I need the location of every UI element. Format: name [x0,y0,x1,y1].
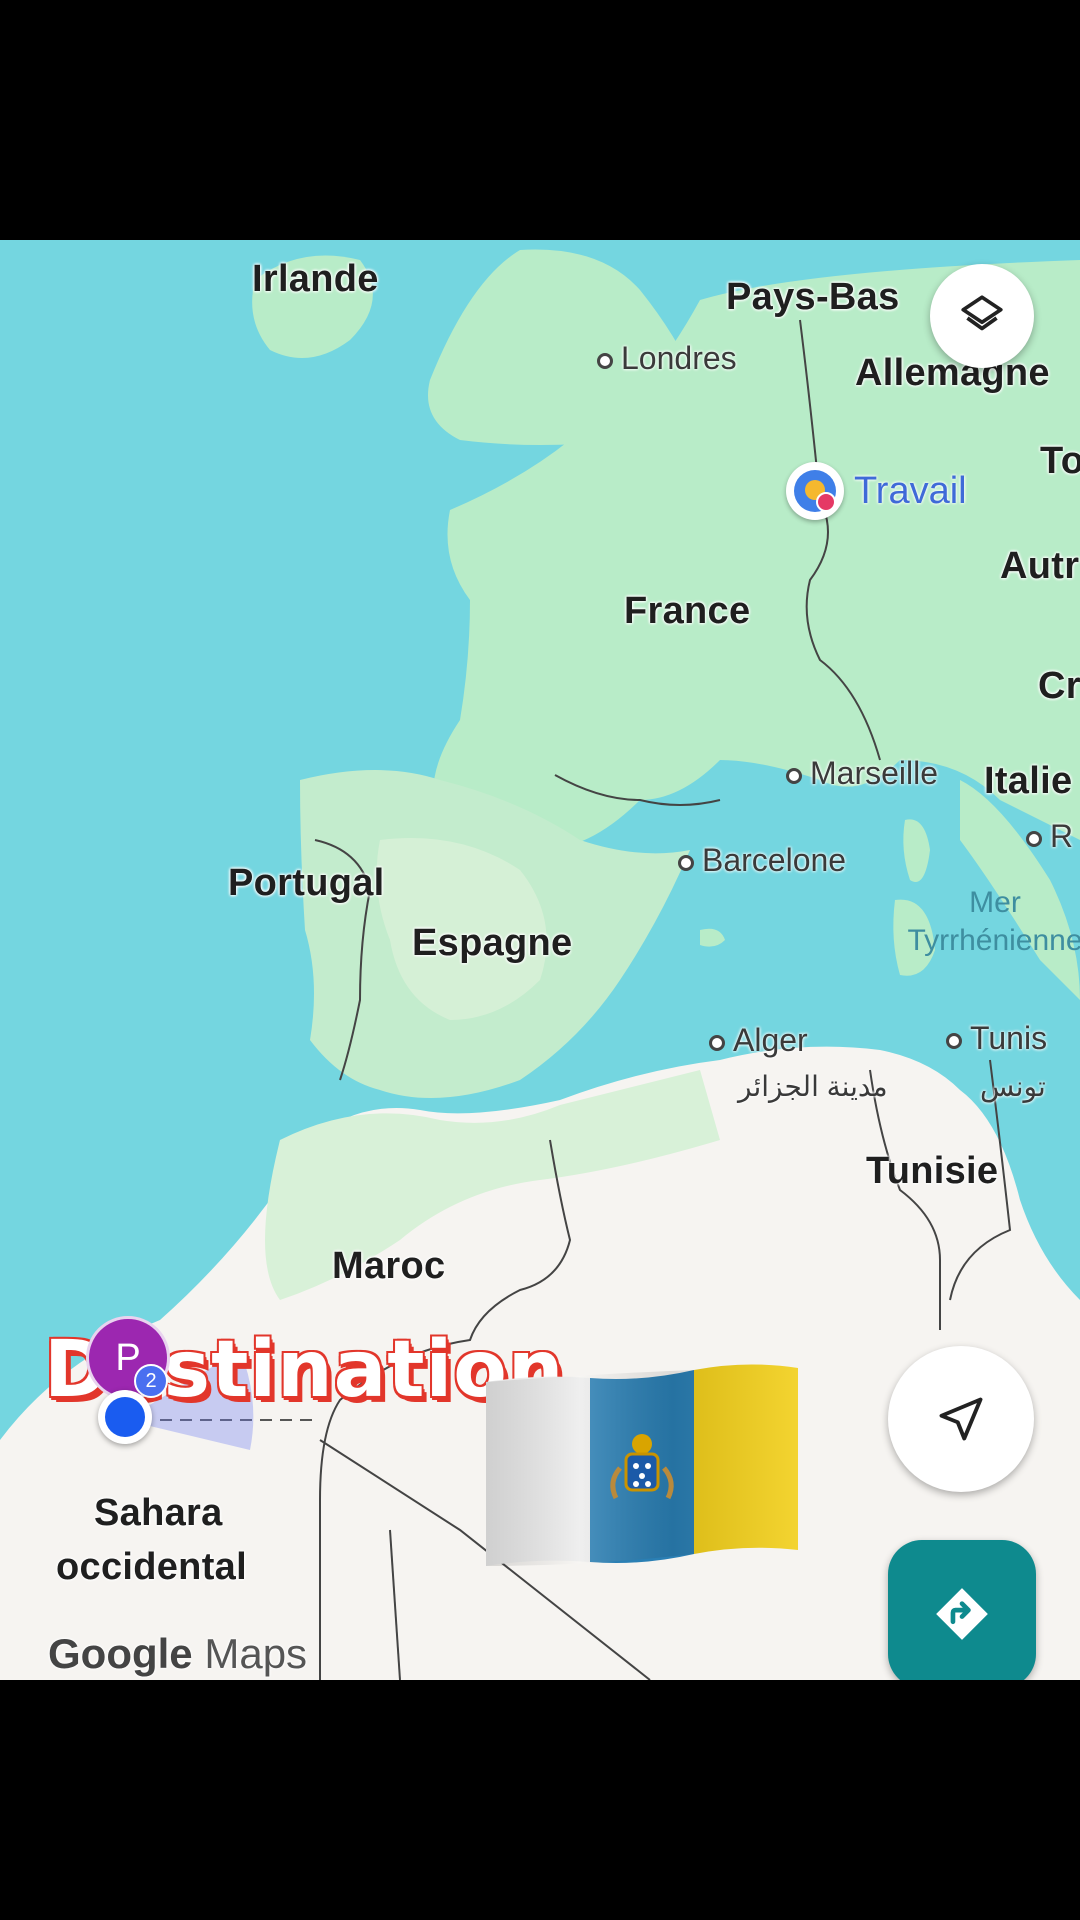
city-tunis[interactable]: Tunis [946,1020,1047,1057]
top-letterbox [0,0,1080,240]
city-tunis-arabic: تونس [980,1071,1046,1102]
label-pays-bas: Pays-Bas [726,276,900,318]
directions-icon [936,1588,988,1640]
navigation-arrow-icon [939,1397,983,1441]
city-r[interactable]: R [1026,818,1073,855]
label-portugal: Portugal [228,862,385,904]
google-wordmark: Google [48,1630,193,1677]
directions-button[interactable] [888,1540,1036,1680]
label-autr: Autr [1000,545,1080,587]
canary-islands-flag [486,1364,798,1566]
city-barcelone[interactable]: Barcelone [678,842,846,879]
label-france: France [624,590,751,632]
city-londres[interactable]: Londres [597,340,737,377]
label-tunisie: Tunisie [866,1150,999,1192]
bottom-letterbox [0,1680,1080,1920]
label-maroc: Maroc [332,1245,446,1287]
label-to: To [1040,440,1080,482]
label-italie: Italie [984,760,1073,802]
city-dot-icon [946,1032,962,1049]
layers-button[interactable] [930,264,1034,368]
city-dot-icon [709,1034,725,1051]
google-maps-logo: Google Maps [48,1630,307,1678]
label-irlande: Irlande [252,258,379,300]
city-marseille[interactable]: Marseille [786,755,938,792]
label-cr: Cr [1038,665,1080,707]
label-sahara-line1: Sahara [94,1492,223,1534]
place-work-label: Travail [854,469,967,512]
city-alger-arabic: مدينة الجزائر [738,1071,888,1102]
label-espagne: Espagne [412,922,573,964]
city-dot-icon [786,767,802,784]
map-view[interactable]: Irlande Pays-Bas Allemagne To Autr Franc… [0,240,1080,1680]
profile-badge: 2 [134,1364,168,1398]
sea-tyrrhenian: Mer Tyrrhénienne [907,886,1080,957]
place-work[interactable]: Travail [786,462,967,520]
city-alger[interactable]: Alger [709,1022,808,1059]
layers-icon [961,295,1003,331]
maps-wordmark: Maps [204,1630,308,1677]
recenter-button[interactable] [888,1346,1034,1492]
label-sahara-line2: occidental [56,1546,247,1588]
current-location-marker[interactable] [98,1390,152,1444]
city-dot-icon [1026,830,1042,847]
briefcase-icon [786,462,844,520]
city-dot-icon [678,854,694,871]
city-dot-icon [597,352,613,369]
